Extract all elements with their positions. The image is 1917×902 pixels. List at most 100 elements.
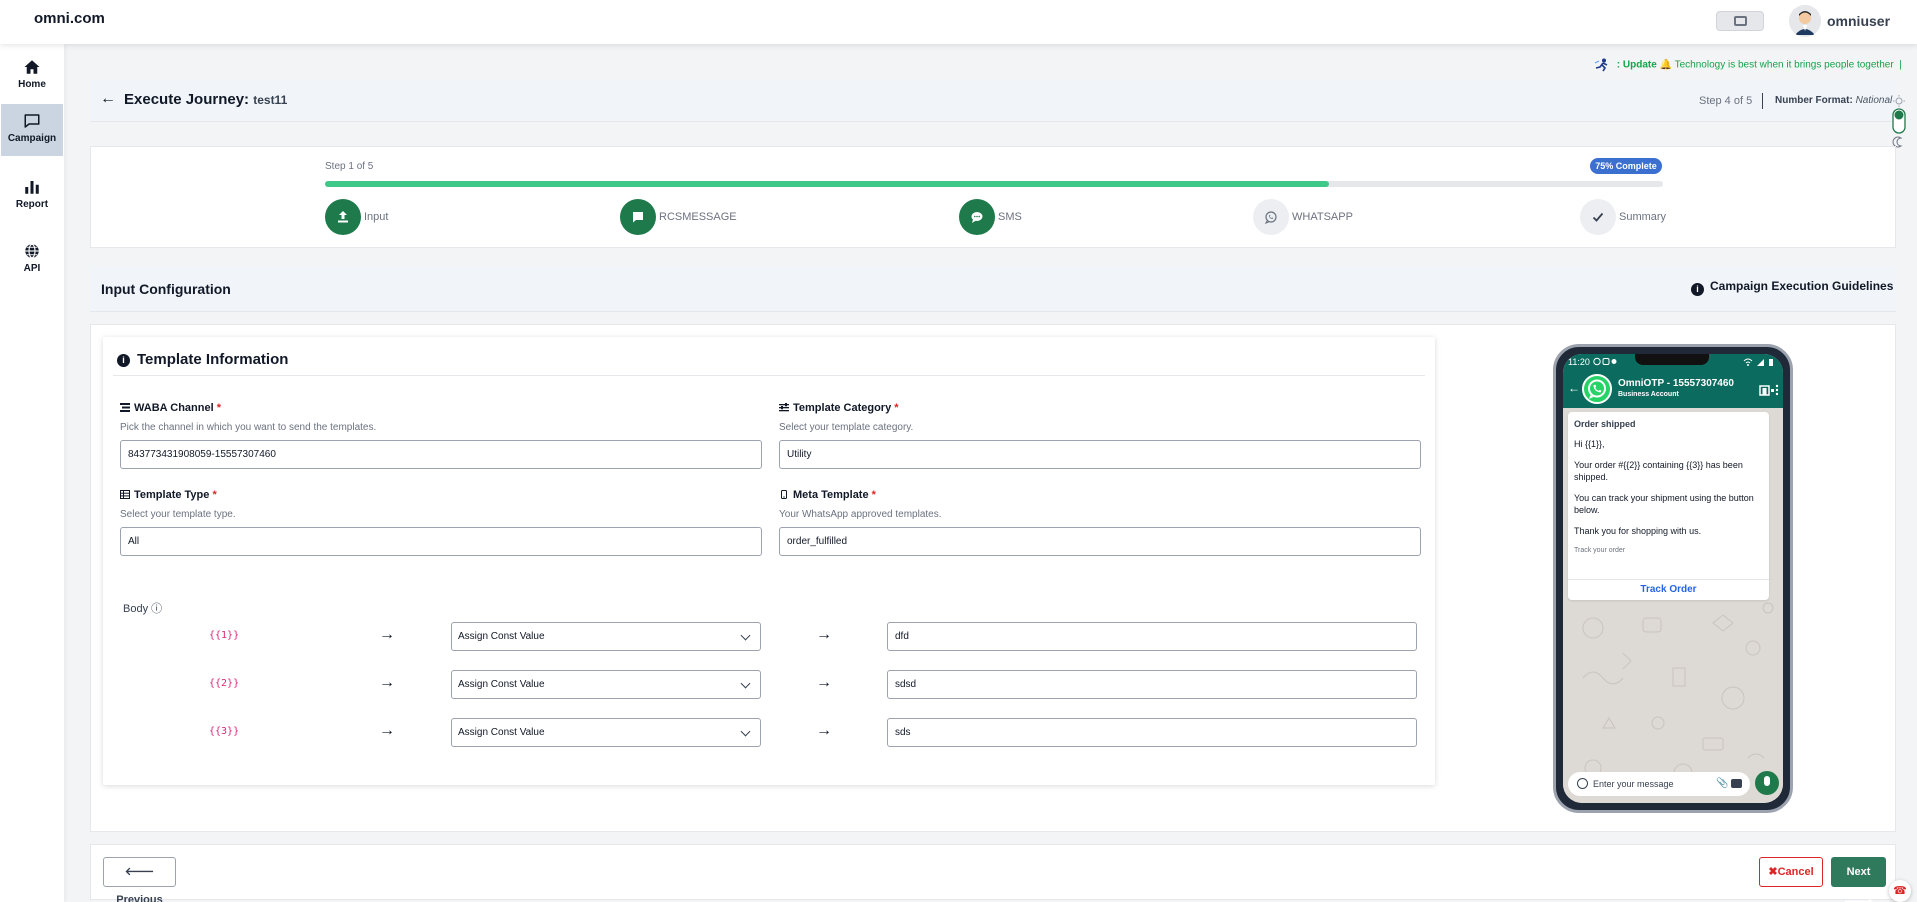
step-circle — [620, 199, 656, 235]
whatsapp-icon — [1264, 211, 1277, 224]
brand-logo[interactable]: omni.com — [34, 10, 105, 27]
field-hint: Select your template type. — [120, 509, 236, 520]
field-hint: Your WhatsApp approved templates. — [779, 509, 942, 520]
variable-mode-select[interactable]: Assign Const Value — [451, 622, 761, 651]
sidebar-item-api[interactable]: API — [1, 234, 63, 286]
message-line: Thank you for shopping with us. — [1574, 526, 1702, 536]
template-type-field: Template Type * Select your template typ… — [120, 489, 762, 556]
template-type-select[interactable]: All — [120, 527, 762, 556]
chevron-down-icon — [740, 630, 751, 641]
field-label: Template Category * — [779, 402, 1421, 414]
back-arrow-icon[interactable]: ← — [100, 90, 116, 108]
sidebar-item-label: API — [23, 263, 41, 274]
step-circle — [325, 199, 361, 235]
runner-icon — [1594, 58, 1608, 72]
card-title: i Template Information — [117, 351, 288, 368]
variable-value-input[interactable]: dfd — [887, 622, 1417, 651]
check-icon — [1592, 212, 1604, 222]
home-icon — [24, 60, 40, 74]
phone-screen: 11:20 ← OmniOTP - 15557307460 Business A… — [1563, 354, 1783, 803]
field-label-text: Template Type — [134, 489, 210, 501]
stepper-step-label: Step 1 of 5 — [325, 161, 374, 172]
arrow-icon: → — [816, 722, 832, 739]
required-marker: * — [216, 402, 221, 414]
chevron-down-icon — [740, 678, 751, 689]
sms-icon — [971, 212, 983, 223]
sidebar-item-label: Campaign — [7, 133, 57, 144]
previous-button[interactable]: 🡐 Previous — [103, 857, 176, 902]
waba-channel-select[interactable]: 843773431908059-15557307460 — [120, 440, 762, 469]
field-hint: Select your template category. — [779, 422, 914, 433]
whatsapp-icon — [1588, 379, 1606, 399]
chat-header-actions-icon[interactable] — [1759, 384, 1779, 396]
meta-template-select[interactable]: order_fulfilled — [779, 527, 1421, 556]
divider — [113, 375, 1425, 376]
journey-name: test11 — [253, 93, 288, 107]
chevron-down-icon — [740, 726, 751, 737]
help-fab[interactable]: ☎ — [1889, 880, 1911, 902]
field-label-text: Meta Template — [793, 489, 869, 501]
track-order-button[interactable]: Track Order — [1568, 584, 1769, 596]
divider — [1762, 93, 1763, 109]
message-line: Hi {{1}}, — [1574, 439, 1605, 449]
theme-toggle[interactable] — [1890, 94, 1908, 148]
field-label-text: WABA Channel — [134, 402, 214, 414]
message-icon — [633, 212, 643, 223]
variable-value-input[interactable]: sds — [887, 718, 1417, 747]
template-category-select[interactable]: Utility — [779, 440, 1421, 469]
phone-notch — [1635, 354, 1709, 365]
chat-icon — [24, 114, 40, 128]
field-label-text: Template Category — [793, 402, 892, 414]
progress-fill — [325, 181, 1329, 187]
variable-mode-select[interactable]: Assign Const Value — [451, 670, 761, 699]
step-label: SMS — [998, 211, 1022, 223]
channel-icon — [120, 403, 130, 412]
variable-token: {{3}} — [209, 726, 240, 737]
sidebar-item-label: Report — [15, 199, 49, 210]
arrow-icon: → — [816, 674, 832, 691]
avatar[interactable] — [1789, 5, 1821, 37]
theme-toggle-icon — [1892, 95, 1906, 148]
wallet-button[interactable] — [1716, 11, 1764, 31]
variable-mode-label: Assign Const Value — [458, 727, 545, 738]
sidebar-item-campaign[interactable]: Campaign — [1, 104, 63, 156]
section-header: Input Configuration i Campaign Execution … — [90, 266, 1896, 312]
template-info-card: i Template Information WABA Channel * Pic… — [103, 337, 1435, 785]
variable-value-input[interactable]: sdsd — [887, 670, 1417, 699]
sidebar-item-report[interactable]: Report — [1, 170, 63, 222]
page-title: Execute Journey: test11 — [124, 91, 287, 108]
attach-icon[interactable]: 📎 — [1716, 778, 1728, 789]
message-title: Order shipped — [1574, 419, 1636, 429]
meta-template-field: Meta Template * Your WhatsApp approved t… — [779, 489, 1421, 556]
arrow-icon: → — [379, 626, 395, 643]
compose-bar[interactable]: Enter your message 📎 — [1568, 772, 1750, 796]
wizard-footer: 🡐 Previous ✖Cancel Next 🡒 — [90, 844, 1896, 902]
variable-mode-label: Assign Const Value — [458, 631, 545, 642]
template-category-field: Template Category * Select your template… — [779, 402, 1421, 469]
camera-icon[interactable] — [1731, 779, 1742, 788]
field-hint: Pick the channel in which you want to se… — [120, 422, 377, 433]
update-text: Technology is best when it brings people… — [1674, 59, 1894, 71]
ticker-separator: | — [1896, 59, 1902, 71]
config-panel: i Template Information WABA Channel * Pic… — [90, 324, 1896, 832]
emoji-icon[interactable] — [1577, 778, 1588, 789]
sidebar-item-home[interactable]: Home — [1, 50, 63, 102]
next-label: Next — [1846, 866, 1871, 878]
upload-icon — [338, 211, 348, 223]
next-button[interactable]: Next 🡒 — [1831, 857, 1886, 902]
guidelines-link[interactable]: i Campaign Execution Guidelines — [1691, 279, 1893, 296]
arrow-icon: → — [379, 722, 395, 739]
variable-mode-select[interactable]: Assign Const Value — [451, 718, 761, 747]
chat-back-icon[interactable]: ← — [1568, 381, 1580, 395]
cancel-button[interactable]: ✖Cancel — [1759, 857, 1823, 887]
message-footer: Track your order — [1574, 547, 1626, 554]
step-indicator: Step 4 of 5 — [1699, 95, 1753, 107]
message-bubble: Order shipped Hi {{1}}, Your order #{{2}… — [1568, 412, 1769, 600]
microphone-icon — [1764, 776, 1770, 786]
variable-row: {{2}} → Assign Const Value → sdsd — [103, 670, 1435, 700]
required-marker: * — [894, 402, 899, 414]
whatsapp-logo — [1582, 374, 1612, 404]
mic-button[interactable] — [1755, 771, 1779, 795]
info-icon: i — [1691, 283, 1704, 296]
username[interactable]: omniuser — [1827, 13, 1890, 29]
